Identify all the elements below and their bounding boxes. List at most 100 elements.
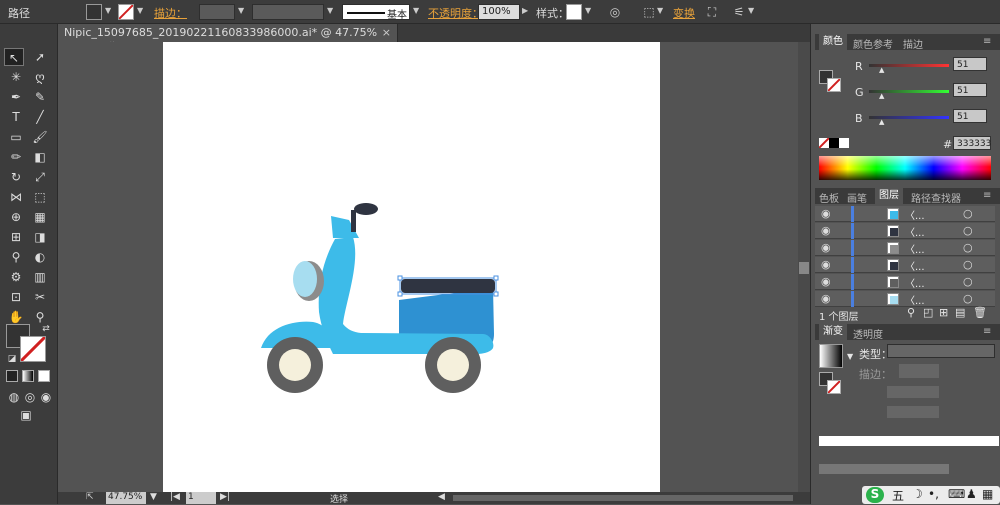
tab-pathfinder[interactable]: 路径查找器: [911, 190, 961, 205]
chevron-down-icon[interactable]: ▼: [137, 6, 143, 15]
chevron-down-icon[interactable]: ▼: [105, 6, 111, 15]
layer-row[interactable]: ◉ 〈... ○: [815, 223, 995, 239]
curvature-tool-icon[interactable]: ✎: [30, 88, 50, 106]
half-width-icon[interactable]: ☽: [912, 487, 923, 501]
color-mode-icon[interactable]: [6, 370, 18, 382]
target-circle-icon[interactable]: ○: [963, 292, 973, 305]
eyedropper-icon[interactable]: ⚲: [6, 248, 26, 266]
default-colors-icon[interactable]: ◪: [2, 350, 22, 368]
ime-mode[interactable]: 五: [892, 487, 904, 504]
horizontal-scrollbar[interactable]: [453, 495, 793, 501]
chevron-down-icon[interactable]: ▼: [748, 6, 754, 15]
slice-tool-icon[interactable]: ✂: [30, 288, 50, 306]
opacity-field[interactable]: 100%: [478, 4, 520, 20]
chevron-down-icon[interactable]: ▼: [327, 6, 333, 15]
aspect-field[interactable]: [887, 406, 939, 418]
none-mode-icon[interactable]: [38, 370, 50, 382]
slider-handle-icon[interactable]: ▲: [879, 118, 884, 126]
delete-layer-icon[interactable]: 🗑: [973, 306, 987, 319]
blend-tool-icon[interactable]: ◐: [30, 248, 50, 266]
gradient-mode-icon[interactable]: [22, 370, 34, 382]
paintbrush-icon[interactable]: 🖌: [30, 128, 50, 146]
gradient-preview[interactable]: [819, 344, 843, 368]
punctuation-icon[interactable]: •,: [928, 487, 939, 501]
target-circle-icon[interactable]: ○: [963, 207, 973, 220]
gradient-slider[interactable]: [819, 436, 999, 446]
stroke-color-box[interactable]: [19, 335, 47, 363]
slider-handle-icon[interactable]: ▲: [879, 66, 884, 74]
scroll-left-icon[interactable]: ◀: [438, 492, 445, 502]
tab-color[interactable]: 颜色: [819, 34, 847, 50]
chevron-down-icon[interactable]: ▼: [238, 6, 244, 15]
chevron-right-icon[interactable]: ▶: [522, 6, 528, 15]
isolate-icon[interactable]: ⛶: [703, 3, 721, 21]
tab-gradient[interactable]: 渐变: [819, 324, 847, 340]
chevron-down-icon[interactable]: ▼: [413, 6, 419, 15]
stroke-swatch[interactable]: [118, 4, 134, 20]
layer-row[interactable]: ◉ 〈... ○: [815, 274, 995, 290]
transform-label[interactable]: 变换: [673, 5, 695, 21]
panel-menu-icon[interactable]: ≡: [983, 326, 991, 337]
type-tool-icon[interactable]: T: [6, 108, 26, 126]
document-tab[interactable]: Nipic_15097685_20190221160833986000.ai* …: [58, 24, 398, 54]
visibility-eye-icon[interactable]: ◉: [821, 258, 831, 271]
menu-options-icon[interactable]: ⚟: [730, 3, 748, 21]
keyboard-icon[interactable]: ⌨: [948, 487, 965, 501]
selection-handle[interactable]: [493, 291, 499, 297]
canvas-area[interactable]: [58, 42, 810, 492]
new-sublayer-icon[interactable]: ⊞: [939, 306, 948, 319]
color-spectrum[interactable]: [819, 156, 991, 180]
direct-selection-tool-icon[interactable]: ➚: [30, 48, 50, 66]
tab-stroke[interactable]: 描边: [903, 36, 923, 51]
gradient-stop-field[interactable]: [819, 464, 949, 474]
selection-handle[interactable]: [493, 275, 499, 281]
eraser-icon[interactable]: ◧: [30, 148, 50, 166]
perspective-grid-icon[interactable]: ▦: [30, 208, 50, 226]
recolor-icon[interactable]: ◎: [606, 3, 624, 21]
locate-object-icon[interactable]: ⚲: [907, 306, 915, 319]
variable-width-dropdown[interactable]: [252, 4, 324, 20]
draw-inside-icon[interactable]: ◉: [36, 388, 56, 406]
tab-transparency[interactable]: 透明度: [853, 326, 883, 341]
artboard[interactable]: [163, 42, 660, 492]
scooter-headlight[interactable]: [293, 261, 317, 297]
layer-row[interactable]: ◉ 〈... ○: [815, 206, 995, 222]
visibility-eye-icon[interactable]: ◉: [821, 224, 831, 237]
visibility-eye-icon[interactable]: ◉: [821, 275, 831, 288]
swap-colors-icon[interactable]: ⇄: [36, 320, 56, 338]
opacity-label[interactable]: 不透明度：: [428, 5, 483, 21]
line-tool-icon[interactable]: ╱: [30, 108, 50, 126]
tab-brushes[interactable]: 画笔: [847, 190, 867, 205]
target-circle-icon[interactable]: ○: [963, 241, 973, 254]
gradient-tool-icon[interactable]: ◨: [30, 228, 50, 246]
target-circle-icon[interactable]: ○: [963, 224, 973, 237]
tools-icon[interactable]: ▦: [982, 487, 993, 501]
brush-stroke-dropdown[interactable]: 基本: [342, 4, 410, 21]
layer-row[interactable]: ◉ 〈... ○: [815, 291, 995, 307]
vertical-scrollbar[interactable]: [798, 42, 810, 492]
angle-field[interactable]: [887, 386, 939, 398]
rotate-tool-icon[interactable]: ↻: [6, 168, 26, 186]
chevron-down-icon[interactable]: ▼: [585, 6, 591, 15]
chevron-down-icon[interactable]: ▼: [847, 352, 853, 361]
red-value[interactable]: 51: [953, 57, 987, 71]
sogou-logo-icon[interactable]: S: [866, 487, 884, 503]
visibility-eye-icon[interactable]: ◉: [821, 292, 831, 305]
tab-color-guide[interactable]: 颜色参考: [853, 36, 893, 51]
visibility-eye-icon[interactable]: ◉: [821, 241, 831, 254]
align-icon[interactable]: ⬚: [640, 3, 658, 21]
lasso-icon[interactable]: ღ: [30, 68, 50, 86]
stroke-swatch[interactable]: [827, 78, 841, 92]
next-page-icon[interactable]: ▶|: [220, 492, 230, 502]
blue-value[interactable]: 51: [953, 109, 987, 123]
page-field[interactable]: 1: [186, 492, 216, 504]
selection-handle[interactable]: [397, 291, 403, 297]
symbol-sprayer-icon[interactable]: ⚙: [6, 268, 26, 286]
scrollbar-thumb[interactable]: [799, 262, 809, 274]
pencil-icon[interactable]: ✏: [6, 148, 26, 166]
stroke-weight-field[interactable]: [199, 4, 235, 20]
close-icon[interactable]: ×: [382, 26, 391, 39]
first-page-icon[interactable]: |◀: [170, 492, 180, 502]
column-graph-icon[interactable]: ▥: [30, 268, 50, 286]
pen-tool-icon[interactable]: ✒: [6, 88, 26, 106]
